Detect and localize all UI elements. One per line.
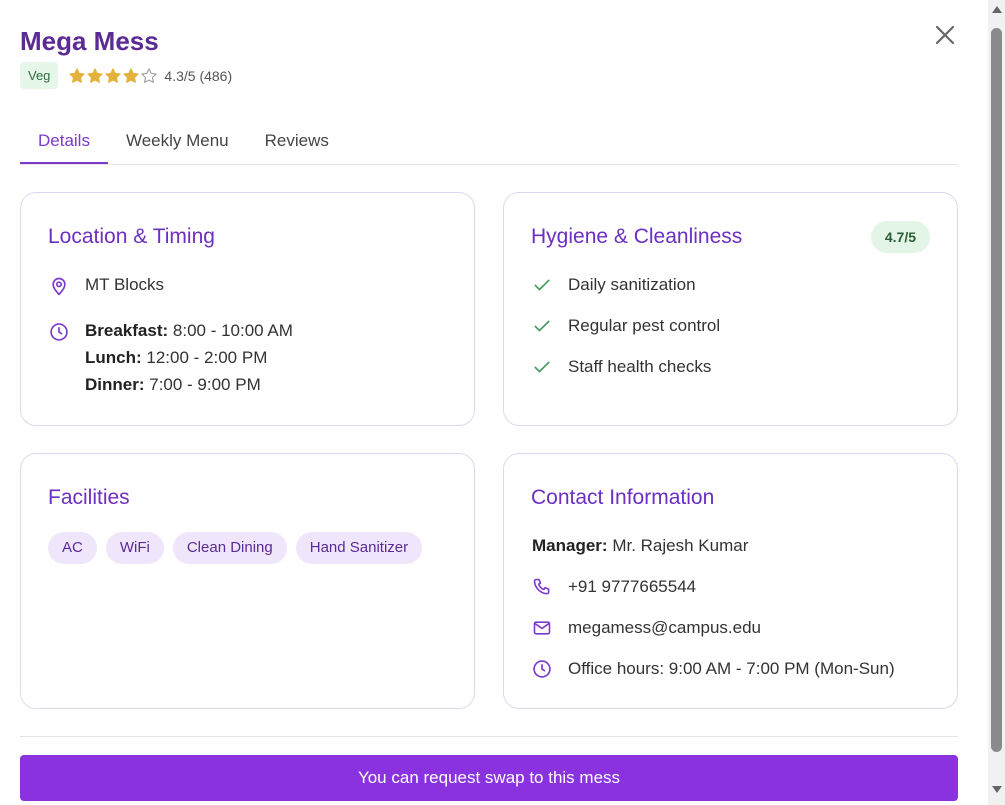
request-swap-button[interactable]: You can request swap to this mess (20, 755, 958, 801)
meal-label: Lunch: (85, 348, 142, 367)
rating-row: Veg 4.3/5 (486) (20, 62, 232, 89)
mess-details-modal: Mega Mess Veg 4.3/5 (486) Details Weekly… (0, 0, 988, 805)
check-icon (534, 279, 550, 291)
clock-icon (533, 660, 551, 678)
phone-row: +91 9777665544 (532, 577, 696, 597)
hygiene-card: Hygiene & Cleanliness 4.7/5 Daily saniti… (503, 192, 958, 426)
hygiene-item: Staff health checks (532, 357, 711, 377)
hygiene-item: Daily sanitization (532, 275, 696, 295)
hygiene-item-text: Daily sanitization (568, 275, 696, 294)
scroll-down-arrow-icon[interactable] (992, 786, 1002, 793)
hygiene-item: Regular pest control (532, 316, 720, 336)
star-filled-icon (87, 67, 104, 83)
email-address[interactable]: megamess@campus.edu (568, 618, 761, 638)
manager-label: Manager: (532, 536, 608, 555)
contact-card-title: Contact Information (531, 486, 715, 509)
star-rating (68, 67, 158, 85)
facilities-card-title: Facilities (48, 486, 130, 509)
timings-row: Breakfast: 8:00 - 10:00 AM Lunch: 12:00 … (49, 321, 293, 398)
email-row: megamess@campus.edu (532, 618, 761, 638)
meal-time: 7:00 - 9:00 PM (149, 375, 261, 394)
location-card-title: Location & Timing (48, 225, 215, 248)
hygiene-card-title: Hygiene & Cleanliness (531, 225, 743, 248)
facility-chip: Hand Sanitizer (295, 532, 423, 564)
phone-number[interactable]: +91 9777665544 (568, 577, 696, 597)
hygiene-item-text: Staff health checks (568, 357, 712, 376)
scrollbar[interactable] (988, 0, 1005, 805)
phone-icon (533, 578, 550, 595)
meal-time: 12:00 - 2:00 PM (146, 348, 268, 367)
meal-breakfast: Breakfast: 8:00 - 10:00 AM (85, 317, 293, 344)
map-pin-icon (52, 277, 66, 296)
location-row: MT Blocks (49, 275, 164, 296)
manager-name: Mr. Rajesh Kumar (612, 536, 749, 555)
facility-chip: WiFi (105, 532, 164, 564)
star-filled-icon (69, 67, 86, 83)
meal-time: 8:00 - 10:00 AM (172, 321, 293, 340)
facility-chips: AC WiFi Clean Dining Hand Sanitizer (48, 532, 431, 564)
meal-label: Dinner: (85, 375, 145, 394)
meal-label: Breakfast: (85, 321, 169, 340)
close-icon[interactable] (932, 22, 958, 48)
facilities-card: Facilities AC WiFi Clean Dining Hand Saniti… (20, 453, 475, 709)
tab-details[interactable]: Details (20, 120, 108, 164)
office-hours-text: Office hours: 9:00 AM - 7:00 PM (Mon-Sun… (568, 659, 895, 678)
check-icon (534, 320, 550, 332)
footer-divider (20, 736, 958, 737)
veg-badge: Veg (20, 62, 59, 89)
manager-row: Manager: Mr. Rajesh Kumar (532, 536, 748, 556)
star-filled-icon (123, 67, 140, 83)
location-text: MT Blocks (85, 275, 165, 294)
office-hours-row: Office hours: 9:00 AM - 7:00 PM (Mon-Sun… (532, 659, 895, 679)
scroll-up-arrow-icon[interactable] (992, 6, 1002, 13)
location-timing-card: Location & Timing MT Blocks Breakfast: 8… (20, 192, 475, 426)
rating-text: 4.3/5 (486) (164, 67, 233, 84)
facility-chip: Clean Dining (172, 532, 287, 564)
tab-weekly-menu[interactable]: Weekly Menu (108, 120, 247, 164)
clock-icon (50, 323, 68, 341)
meal-dinner: Dinner: 7:00 - 9:00 PM (85, 371, 293, 398)
star-filled-icon (105, 67, 122, 83)
tab-reviews[interactable]: Reviews (247, 120, 347, 164)
mail-icon (533, 621, 551, 635)
mess-title: Mega Mess (20, 26, 159, 56)
contact-card: Contact Information Manager: Mr. Rajesh … (503, 453, 958, 709)
check-icon (534, 361, 550, 373)
facility-chip: AC (48, 532, 97, 564)
hygiene-item-text: Regular pest control (568, 316, 721, 335)
star-empty-icon (141, 67, 158, 83)
tab-bar: Details Weekly Menu Reviews (20, 120, 958, 165)
hygiene-score-badge: 4.7/5 (870, 221, 930, 253)
scrollbar-thumb[interactable] (991, 28, 1002, 752)
meal-lunch: Lunch: 12:00 - 2:00 PM (85, 344, 293, 371)
